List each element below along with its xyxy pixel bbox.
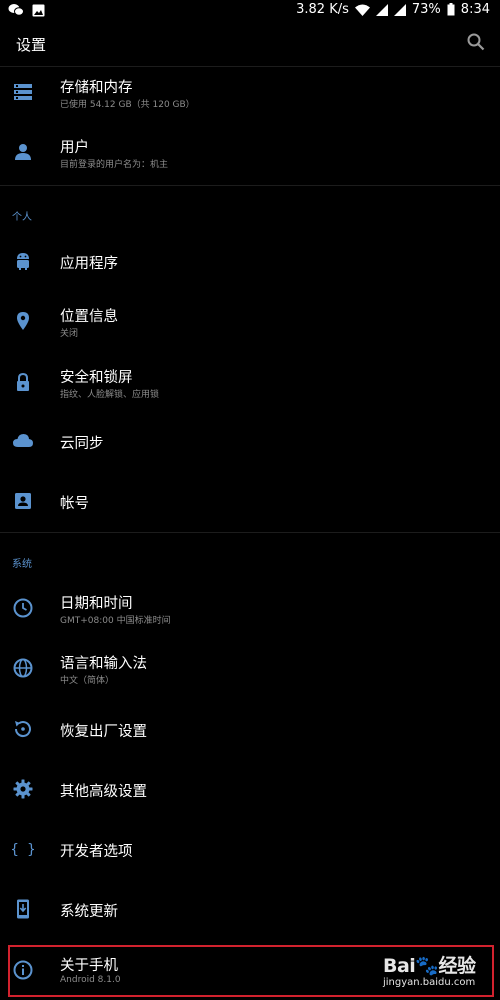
search-icon[interactable]	[466, 32, 486, 52]
signal-icon	[393, 3, 406, 16]
settings-item-location[interactable]: 位置信息 关闭	[0, 291, 500, 351]
image-icon	[32, 4, 45, 16]
network-speed: 3.82 K/s	[296, 2, 349, 17]
settings-item-user[interactable]: 用户 目前登录的用户名为：机主	[0, 122, 500, 182]
section-title: 个人	[12, 212, 32, 223]
settings-item-label: 日期和时间	[60, 596, 133, 612]
settings-item-label: 帐号	[60, 496, 89, 512]
settings-item-language-input[interactable]: 语言和输入法 中文（简体）	[0, 638, 500, 698]
gear-icon	[13, 779, 33, 799]
settings-item-storage[interactable]: 存储和内存 已使用 54.12 GB（共 120 GB）	[0, 62, 500, 122]
signal-icon	[375, 3, 388, 16]
watermark-url: jingyan.baidu.com	[383, 977, 476, 988]
settings-item-subtitle: 关闭	[60, 329, 79, 339]
settings-item-cloud-sync[interactable]: 云同步	[0, 411, 500, 471]
battery-percent: 73%	[411, 2, 441, 17]
settings-item-subtitle: 已使用 54.12 GB（共 120 GB）	[60, 100, 195, 110]
settings-item-label: 存储和内存	[60, 80, 133, 96]
settings-item-label: 开发者选项	[60, 844, 133, 860]
location-icon	[17, 312, 29, 330]
battery-icon	[447, 3, 455, 16]
account-icon	[15, 493, 31, 509]
settings-item-advanced[interactable]: 其他高级设置	[0, 759, 500, 819]
watermark-logo: Bai🐾经验	[383, 955, 476, 977]
status-bar: 3.82 K/s 73% 8:34	[0, 0, 500, 22]
settings-item-security[interactable]: 安全和锁屏 指纹、人脸解锁、应用锁	[0, 352, 500, 412]
settings-item-subtitle: 目前登录的用户名为：机主	[60, 160, 169, 170]
lock-icon	[17, 372, 29, 391]
wechat-icon	[8, 4, 24, 16]
braces-icon: { }	[12, 842, 34, 858]
settings-item-label: 云同步	[60, 436, 104, 452]
restore-icon	[14, 721, 31, 738]
globe-icon	[13, 658, 33, 678]
person-icon	[15, 144, 31, 160]
section-title: 系统	[12, 559, 32, 570]
settings-item-label: 其他高级设置	[60, 784, 147, 800]
settings-item-label: 恢复出厂设置	[60, 724, 147, 740]
baidu-jingyan-watermark: Bai🐾经验 jingyan.baidu.com	[383, 951, 495, 995]
settings-item-apps[interactable]: 应用程序	[0, 231, 500, 291]
settings-item-label: 语言和输入法	[60, 656, 147, 672]
settings-item-label: 位置信息	[60, 309, 118, 325]
clock-icon	[13, 598, 33, 618]
settings-item-label: 应用程序	[60, 256, 118, 272]
app-bar: 设置	[0, 22, 500, 67]
settings-item-subtitle: GMT+08:00 中国标准时间	[60, 616, 171, 626]
storage-icon	[14, 84, 32, 100]
settings-item-label: 用户	[60, 140, 89, 156]
clock-time: 8:34	[460, 2, 490, 17]
settings-item-factory-reset[interactable]: 恢复出厂设置	[0, 699, 500, 759]
svg-text:{ }: { }	[12, 842, 34, 858]
settings-item-subtitle: 中文（简体）	[60, 676, 115, 686]
system-update-icon	[17, 899, 29, 919]
settings-item-label: 系统更新	[60, 904, 118, 920]
settings-item-subtitle: 指纹、人脸解锁、应用锁	[60, 390, 160, 400]
settings-item-date-time[interactable]: 日期和时间 GMT+08:00 中国标准时间	[0, 578, 500, 638]
settings-item-label: 安全和锁屏	[60, 370, 133, 386]
cloud-icon	[13, 434, 33, 447]
settings-item-account[interactable]: 帐号	[0, 471, 500, 531]
wifi-icon	[354, 4, 370, 16]
page-title: 设置	[16, 36, 47, 54]
settings-item-system-update[interactable]: 系统更新	[0, 879, 500, 939]
settings-item-developer-options[interactable]: { } 开发者选项	[0, 819, 500, 879]
android-icon	[17, 253, 29, 270]
